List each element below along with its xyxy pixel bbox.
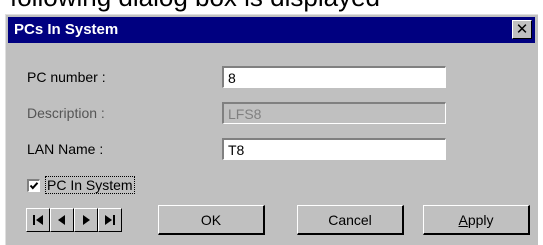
description-field: LFS8 — [222, 102, 446, 124]
next-record-button[interactable] — [74, 208, 98, 232]
lan-name-field[interactable]: T8 — [222, 138, 446, 160]
background-caption: following dialog box is displayed — [10, 0, 380, 13]
previous-record-button[interactable] — [50, 208, 74, 232]
ok-button[interactable]: OK — [158, 205, 265, 235]
last-record-icon — [105, 215, 115, 225]
previous-record-icon — [58, 215, 65, 225]
close-icon: ✕ — [515, 21, 529, 38]
apply-label-rest: pply — [467, 211, 494, 228]
first-record-icon — [33, 215, 43, 225]
cancel-button-label: Cancel — [328, 211, 372, 228]
dialog-title: PCs In System — [14, 21, 119, 38]
ok-button-label: OK — [200, 211, 222, 228]
title-bar[interactable]: PCs In System ✕ — [8, 17, 535, 43]
pc-in-system-checkbox[interactable] — [27, 178, 40, 192]
description-label: Description : — [27, 105, 105, 121]
last-record-button[interactable] — [98, 208, 122, 232]
pcs-in-system-dialog: PCs In System ✕ PC number : 8 Descriptio… — [5, 14, 538, 245]
first-record-button[interactable] — [26, 208, 50, 232]
apply-button[interactable]: Apply — [423, 205, 530, 235]
pc-in-system-label: PC In System — [45, 176, 135, 194]
checkmark-icon — [29, 181, 39, 189]
apply-mnemonic: A — [458, 211, 468, 228]
pc-number-label: PC number : — [27, 69, 106, 85]
close-button[interactable]: ✕ — [512, 20, 532, 39]
next-record-icon — [83, 215, 90, 225]
pc-in-system-checkbox-row[interactable]: PC In System — [27, 176, 135, 194]
cancel-button[interactable]: Cancel — [297, 205, 404, 235]
pc-number-field[interactable]: 8 — [222, 66, 446, 88]
lan-name-label: LAN Name : — [27, 141, 104, 157]
record-navigation — [26, 208, 122, 232]
page: following dialog box is displayed PCs In… — [0, 0, 543, 245]
apply-button-label: Apply — [458, 212, 493, 228]
